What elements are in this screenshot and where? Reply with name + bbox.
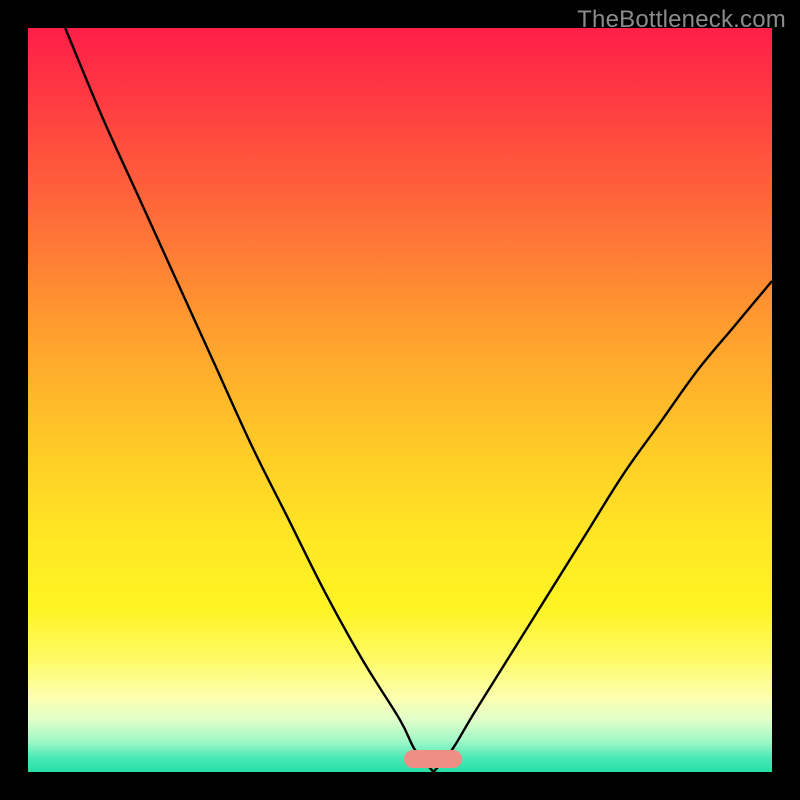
left-curve <box>65 28 433 772</box>
chart-frame: TheBottleneck.com <box>0 0 800 800</box>
watermark-text: TheBottleneck.com <box>577 6 786 34</box>
curve-layer <box>28 28 772 772</box>
right-curve <box>433 281 772 772</box>
plot-area <box>28 28 772 772</box>
bottleneck-marker <box>404 750 462 768</box>
